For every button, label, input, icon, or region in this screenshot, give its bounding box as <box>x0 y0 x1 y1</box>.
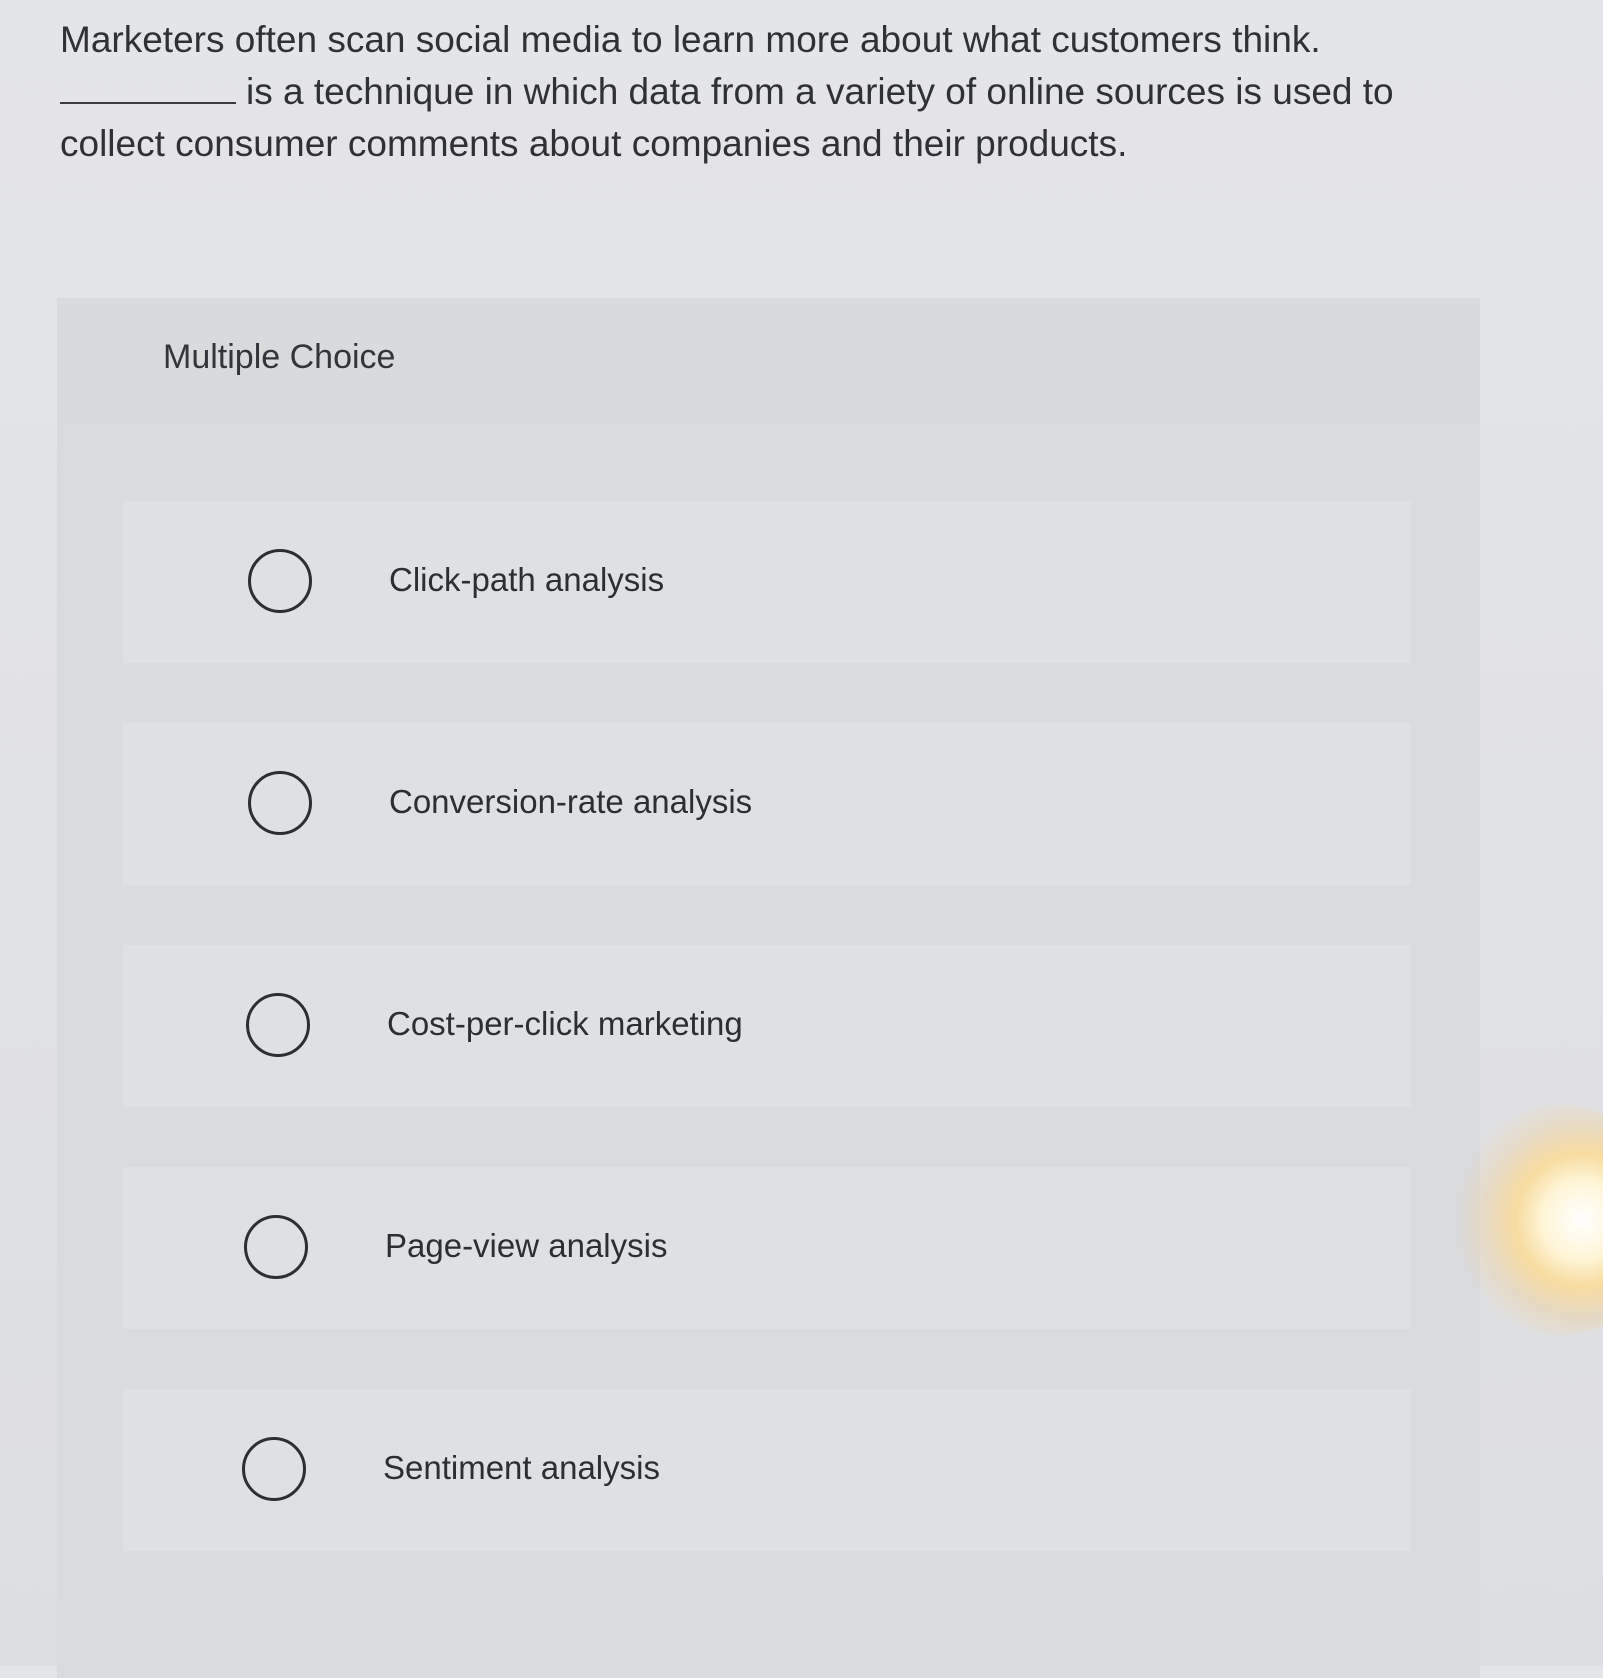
option-label: Conversion-rate analysis <box>389 783 753 820</box>
question-line-1: Marketers often scan social media to lea… <box>60 19 1321 60</box>
question-line-2: is a technique in which data from a vari… <box>60 71 1394 164</box>
radio-button-icon[interactable] <box>246 993 310 1057</box>
option-label: Click-path analysis <box>389 561 665 598</box>
answer-blank <box>60 68 236 104</box>
radio-button-icon[interactable] <box>248 549 312 613</box>
radio-button-icon[interactable] <box>242 1437 306 1501</box>
option-cost-per-click-marketing[interactable]: Cost-per-click marketing <box>123 945 1411 1107</box>
question-text: Marketers often scan social media to lea… <box>60 14 1490 170</box>
option-label: Sentiment analysis <box>383 1449 660 1486</box>
panel-header: Multiple Choice <box>57 298 1480 424</box>
option-conversion-rate-analysis[interactable]: Conversion-rate analysis <box>123 723 1411 885</box>
option-page-view-analysis[interactable]: Page-view analysis <box>123 1167 1411 1329</box>
option-label: Cost-per-click marketing <box>387 1005 743 1042</box>
radio-button-icon[interactable] <box>244 1215 308 1279</box>
option-click-path-analysis[interactable]: Click-path analysis <box>123 501 1411 663</box>
panel-title: Multiple Choice <box>163 338 396 376</box>
radio-button-icon[interactable] <box>248 771 312 835</box>
option-sentiment-analysis[interactable]: Sentiment analysis <box>123 1389 1411 1551</box>
option-label: Page-view analysis <box>385 1227 668 1264</box>
multiple-choice-panel: Multiple Choice Click-path analysis Conv… <box>57 298 1480 1678</box>
